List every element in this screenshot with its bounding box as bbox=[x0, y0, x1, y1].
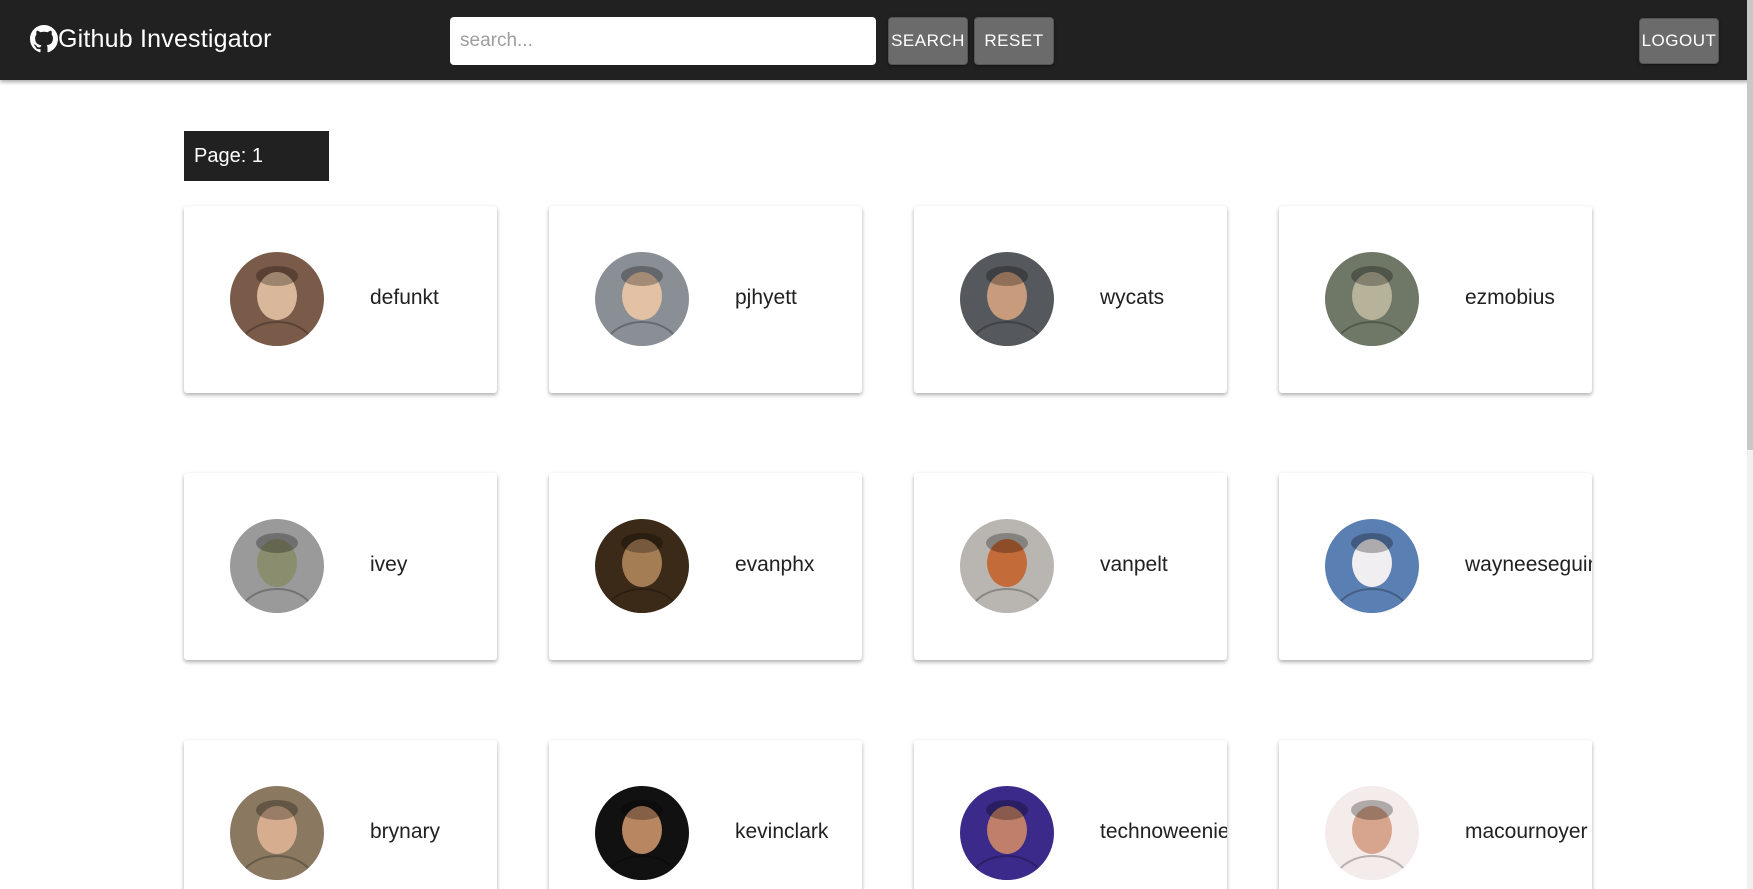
user-avatar bbox=[960, 252, 1054, 346]
user-login: macournoyer bbox=[1465, 820, 1588, 843]
user-login: ezmobius bbox=[1465, 286, 1555, 309]
user-grid: defunkt pjhyett wycats ezmobius ivey evanphx v… bbox=[184, 206, 1592, 889]
user-card[interactable]: wayneeseguin bbox=[1279, 473, 1592, 660]
user-card[interactable]: vanpelt bbox=[914, 473, 1227, 660]
user-card[interactable]: wycats bbox=[914, 206, 1227, 393]
user-avatar bbox=[230, 786, 324, 880]
user-login: wayneeseguin bbox=[1465, 553, 1592, 576]
app-bar: Github Investigator SEARCH RESET LOGOUT bbox=[0, 0, 1753, 80]
user-avatar bbox=[960, 519, 1054, 613]
user-avatar bbox=[595, 519, 689, 613]
user-avatar bbox=[960, 786, 1054, 880]
user-avatar bbox=[230, 252, 324, 346]
user-login: kevinclark bbox=[735, 820, 829, 843]
user-login: brynary bbox=[370, 820, 441, 843]
user-login: evanphx bbox=[735, 553, 815, 576]
scrollbar-thumb[interactable] bbox=[1747, 0, 1753, 450]
user-login: vanpelt bbox=[1100, 553, 1168, 576]
brand: Github Investigator bbox=[30, 22, 272, 56]
app-title: Github Investigator bbox=[58, 24, 272, 53]
user-login: wycats bbox=[1100, 286, 1165, 309]
user-avatar bbox=[595, 786, 689, 880]
user-card[interactable]: defunkt bbox=[184, 206, 497, 393]
user-card[interactable]: kevinclark bbox=[549, 740, 862, 889]
user-card[interactable]: pjhyett bbox=[549, 206, 862, 393]
user-card[interactable]: macournoyer bbox=[1279, 740, 1592, 889]
search-button[interactable]: SEARCH bbox=[888, 17, 968, 65]
user-login: defunkt bbox=[370, 286, 439, 309]
user-avatar bbox=[1325, 519, 1419, 613]
user-card[interactable]: evanphx bbox=[549, 473, 862, 660]
page-indicator: Page: 1 bbox=[184, 131, 329, 181]
github-octocat-icon bbox=[30, 25, 58, 53]
user-login: pjhyett bbox=[735, 286, 797, 309]
user-avatar bbox=[230, 519, 324, 613]
reset-button[interactable]: RESET bbox=[974, 17, 1054, 65]
user-card[interactable]: ezmobius bbox=[1279, 206, 1592, 393]
logout-button[interactable]: LOGOUT bbox=[1639, 18, 1719, 64]
user-card[interactable]: technoweenie bbox=[914, 740, 1227, 889]
user-login: technoweenie bbox=[1100, 820, 1227, 843]
user-login: ivey bbox=[370, 553, 408, 576]
user-avatar bbox=[595, 252, 689, 346]
user-avatar bbox=[1325, 252, 1419, 346]
page-scrollbar[interactable] bbox=[1747, 0, 1753, 889]
user-avatar bbox=[1325, 786, 1419, 880]
user-card[interactable]: brynary bbox=[184, 740, 497, 889]
search-input[interactable] bbox=[450, 17, 876, 65]
user-card[interactable]: ivey bbox=[184, 473, 497, 660]
